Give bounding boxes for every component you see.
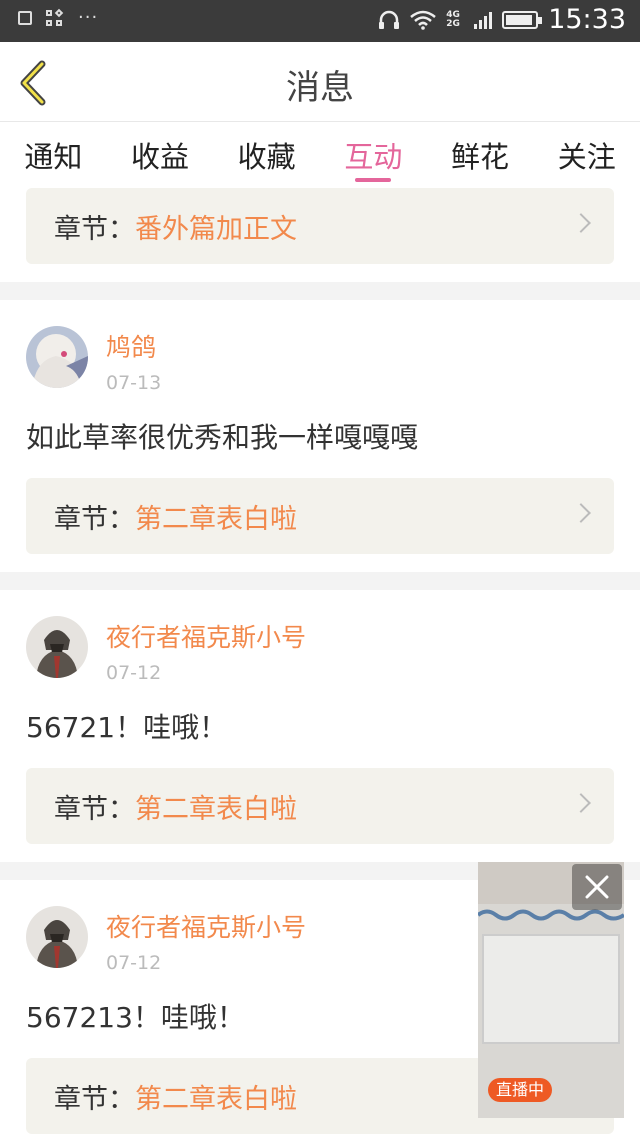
chapter-link[interactable]: 章节： 第二章表白啦 <box>26 478 614 554</box>
more-notifications-icon: ··· <box>78 7 99 28</box>
close-button[interactable] <box>572 864 622 910</box>
whiteboard <box>482 934 620 1044</box>
live-video-window[interactable]: 直播中 <box>478 862 624 1118</box>
tab-notifications[interactable]: 通知 <box>0 122 107 184</box>
garland-decoration <box>478 909 624 921</box>
chevron-right-icon <box>571 503 591 523</box>
close-icon <box>585 875 609 899</box>
chevron-right-icon <box>571 793 591 813</box>
image-notification-icon <box>18 11 32 25</box>
comment-text: 56721！哇哦！ <box>26 711 228 744</box>
wifi-icon <box>410 10 436 30</box>
live-badge: 直播中 <box>488 1078 553 1102</box>
avatar[interactable] <box>26 326 88 388</box>
tab-bar: 通知 收益 收藏 互动 鲜花 关注 <box>0 122 640 184</box>
chapter-link[interactable]: 章节： 第二章表白啦 <box>26 768 614 844</box>
list-item: 章节： 番外篇加正文 <box>0 184 640 282</box>
username[interactable]: 夜行者福克斯小号 <box>106 908 306 944</box>
avatar[interactable] <box>26 616 88 678</box>
network-type-label: 4G 2G <box>446 9 460 29</box>
comment-text: 如此草率很优秀和我一样嘎嘎嘎 <box>26 421 419 454</box>
comment-date: 07-12 <box>106 952 162 974</box>
signal-icon <box>474 11 493 29</box>
username[interactable]: 鸠鸽 <box>106 328 161 364</box>
chapter-title: 第二章表白啦 <box>135 793 297 825</box>
comment-date: 07-12 <box>106 662 162 684</box>
list-item: 夜行者福克斯小号 07-12 56721！哇哦！ 章节： 第二章表白啦 <box>0 590 640 862</box>
tab-interactions[interactable]: 互动 <box>320 122 427 184</box>
chapter-label: 章节： <box>54 213 135 245</box>
chapter-label: 章节： <box>54 1083 135 1115</box>
chapter-title: 第二章表白啦 <box>135 503 297 535</box>
apps-notification-icon <box>46 8 64 26</box>
chapter-label: 章节： <box>54 793 135 825</box>
avatar[interactable] <box>26 906 88 968</box>
page-title: 消息 <box>286 68 354 108</box>
chapter-link[interactable]: 章节： 番外篇加正文 <box>26 188 614 264</box>
chapter-title: 第二章表白啦 <box>135 1083 297 1115</box>
chevron-right-icon <box>571 213 591 233</box>
clock: 15:33 <box>548 4 626 35</box>
chapter-title: 番外篇加正文 <box>135 213 297 245</box>
header-bar: 消息 <box>0 42 640 122</box>
tab-following[interactable]: 关注 <box>533 122 640 184</box>
list-item: 鸠鸽 07-13 如此草率很优秀和我一样嘎嘎嘎 章节： 第二章表白啦 <box>0 300 640 572</box>
tab-earnings[interactable]: 收益 <box>107 122 214 184</box>
status-bar: ··· 4G 2G 15:33 <box>0 0 640 42</box>
tab-favorites[interactable]: 收藏 <box>213 122 320 184</box>
battery-icon <box>502 10 543 29</box>
comment-date: 07-13 <box>106 372 162 394</box>
tab-flowers[interactable]: 鲜花 <box>427 122 534 184</box>
chapter-label: 章节： <box>54 503 135 535</box>
username[interactable]: 夜行者福克斯小号 <box>106 618 306 654</box>
headphones-icon <box>379 10 400 29</box>
